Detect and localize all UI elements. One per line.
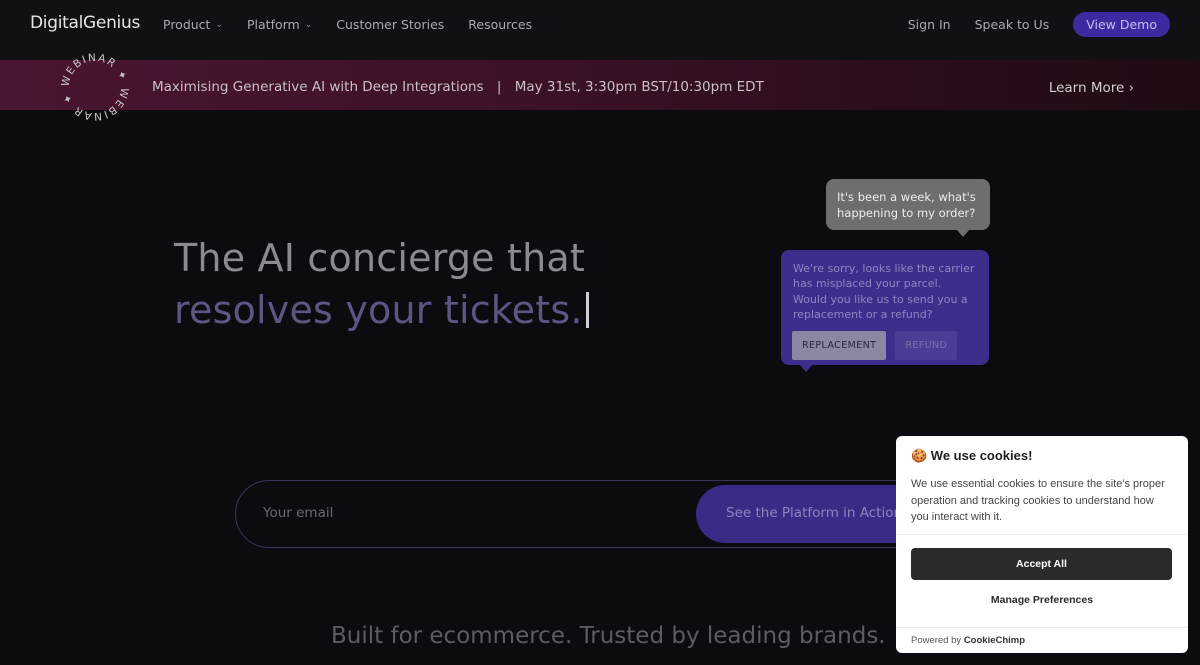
- typing-caret: [585, 292, 589, 328]
- webinar-badge-icon: WEBINAR ✦ WEBINAR ✦: [60, 52, 130, 122]
- divider: [896, 534, 1188, 535]
- cookie-body: We use essential cookies to ensure the s…: [911, 478, 1165, 523]
- chat-action-buttons: REPLACEMENT REFUND: [792, 331, 958, 361]
- manage-preferences-button[interactable]: Manage Preferences: [896, 594, 1188, 606]
- nav-item-label: Product: [163, 17, 211, 32]
- agent-chat-bubble: We're sorry, looks like the carrier has …: [781, 250, 989, 372]
- hero-headline-line2: resolves your tickets.: [174, 288, 589, 332]
- webinar-badge-text: WEBINAR ✦ WEBINAR ✦: [60, 52, 129, 122]
- learn-more-link[interactable]: Learn More ›: [1049, 80, 1134, 96]
- divider: [896, 627, 1188, 628]
- sign-in-link[interactable]: Sign In: [908, 17, 951, 32]
- logo[interactable]: DigitalGenius: [30, 13, 140, 33]
- nav-item-resources[interactable]: Resources: [468, 17, 532, 32]
- powered-by-prefix: Powered by: [911, 635, 964, 646]
- nav-actions: Sign In Speak to Us View Demo: [908, 12, 1170, 37]
- nav-item-platform[interactable]: Platform ⌄: [247, 17, 312, 32]
- customer-chat-bubble: It's been a week, what's happening to my…: [826, 179, 990, 237]
- refund-button[interactable]: REFUND: [895, 331, 958, 361]
- nav-item-customer-stories[interactable]: Customer Stories: [336, 17, 444, 32]
- powered-by: Powered by CookieChimp: [911, 635, 1025, 646]
- cookiechimp-link[interactable]: CookieChimp: [964, 635, 1025, 646]
- separator: |: [496, 79, 502, 95]
- cookie-consent-dialog: 🍪 We use cookies! We use essential cooki…: [896, 436, 1188, 653]
- replacement-button[interactable]: REPLACEMENT: [792, 331, 887, 361]
- nav-item-label: Customer Stories: [336, 17, 445, 32]
- webinar-date: May 31st, 3:30pm BST/10:30pm EDT: [514, 79, 764, 95]
- nav-item-label: Platform: [247, 17, 300, 32]
- email-input[interactable]: [263, 505, 663, 521]
- accept-all-button[interactable]: Accept All: [911, 548, 1172, 580]
- chevron-down-icon: ⌄: [304, 19, 313, 30]
- speak-to-us-link[interactable]: Speak to Us: [975, 17, 1050, 32]
- svg-text:WEBINAR ✦ WEBINAR ✦: WEBINAR ✦ WEBINAR ✦: [60, 52, 130, 122]
- chevron-down-icon: ⌄: [215, 19, 224, 30]
- trusted-by-heading: Built for ecommerce. Trusted by leading …: [331, 623, 886, 649]
- cookie-title: 🍪 We use cookies!: [911, 448, 1033, 463]
- top-navigation: DigitalGenius Product ⌄ Platform ⌄ Custo…: [0, 0, 1200, 60]
- hero-headline-highlight: resolves your tickets.: [174, 288, 583, 332]
- agent-message: We're sorry, looks like the carrier has …: [793, 262, 975, 321]
- nav-links: Product ⌄ Platform ⌄ Customer Stories Re…: [163, 17, 556, 32]
- hero-headline-line1: The AI concierge that: [174, 236, 585, 280]
- view-demo-button[interactable]: View Demo: [1073, 12, 1170, 37]
- webinar-banner-text: Maximising Generative AI with Deep Integ…: [152, 79, 764, 95]
- webinar-title: Maximising Generative AI with Deep Integ…: [152, 79, 484, 95]
- nav-item-label: Resources: [468, 17, 533, 32]
- nav-item-product[interactable]: Product ⌄: [163, 17, 223, 32]
- email-signup-form: See the Platform in Action: [235, 480, 965, 548]
